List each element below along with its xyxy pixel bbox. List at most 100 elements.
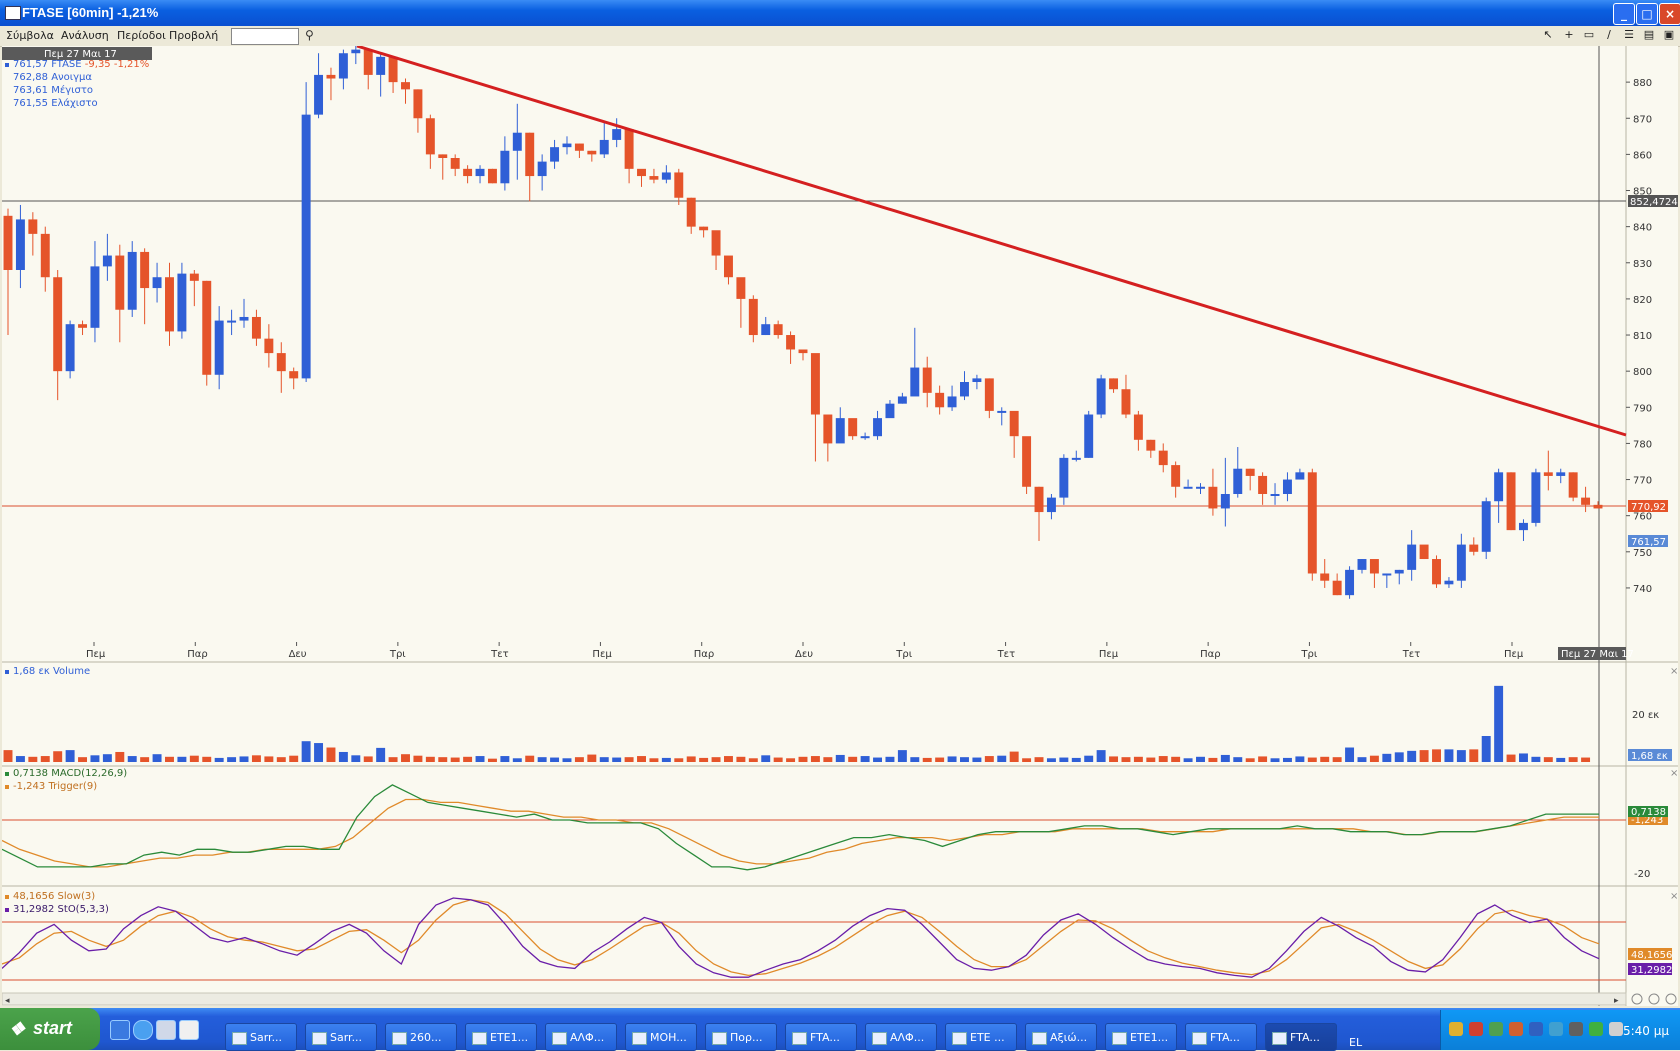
menu-bar: Σύμβολα Ανάλυση Περίοδοι Προβολή ⚲ ↖ + ▭… xyxy=(0,26,1680,47)
chart-svg[interactable]: Πεμ 27 Μαι 17 761,57 FTASE -9,35 -1,21% … xyxy=(1,38,1678,1006)
volume-bar xyxy=(935,757,945,762)
rect-icon[interactable]: ▭ xyxy=(1582,28,1596,42)
tray-icon-1[interactable] xyxy=(1449,1022,1463,1036)
volume-bar xyxy=(848,756,858,762)
volume-bar xyxy=(401,754,410,762)
task-1[interactable]: Sarr... xyxy=(225,1023,297,1051)
line-icon[interactable]: ∕ xyxy=(1602,28,1616,42)
red-line-badge: 770,92 xyxy=(1631,502,1666,513)
chart-area[interactable]: Πεμ 27 Μαι 17 761,57 FTASE -9,35 -1,21% … xyxy=(1,38,1678,1006)
candle-body xyxy=(314,74,324,115)
info-open: 762,88 xyxy=(13,72,48,83)
volume-bar xyxy=(438,757,448,762)
candle-body xyxy=(351,49,361,54)
volume-bar xyxy=(1146,757,1156,762)
macd-name: MACD(12,26,9) xyxy=(51,768,127,779)
task-7[interactable]: Πορ... xyxy=(705,1023,777,1051)
volume-bar xyxy=(897,750,907,762)
tray-icon-2[interactable] xyxy=(1469,1022,1483,1036)
volume-bar xyxy=(1369,755,1379,762)
task-13[interactable]: FTA... xyxy=(1185,1023,1257,1051)
quicklaunch-ie-icon[interactable] xyxy=(133,1020,153,1040)
candle-body xyxy=(152,277,162,289)
maximize-button[interactable]: □ xyxy=(1636,3,1658,25)
hline-icon[interactable]: ☰ xyxy=(1622,28,1636,42)
task-12[interactable]: ETE1... xyxy=(1105,1023,1177,1051)
tray-icon-3[interactable] xyxy=(1489,1022,1503,1036)
task-icon xyxy=(712,1032,727,1045)
symbol-search-input[interactable] xyxy=(231,28,299,45)
crosshair-icon[interactable]: + xyxy=(1562,28,1576,42)
candle-body xyxy=(115,255,125,310)
arrow-icon[interactable]: ↖ xyxy=(1541,28,1555,42)
task-2[interactable]: Sarr... xyxy=(305,1023,377,1051)
close-stoch-panel-icon: × xyxy=(1670,891,1678,902)
close-button[interactable]: × xyxy=(1659,3,1680,25)
volume-bar xyxy=(562,758,572,762)
tray-icon-9[interactable] xyxy=(1609,1022,1623,1036)
volume-bar xyxy=(947,756,957,762)
tray-icon-4[interactable] xyxy=(1509,1022,1523,1036)
menu-symbols[interactable]: Σύμβολα xyxy=(6,29,54,42)
tray-icon-8[interactable] xyxy=(1589,1022,1603,1036)
candle-body xyxy=(960,382,969,397)
task-11[interactable]: Αξιώ... xyxy=(1025,1023,1097,1051)
window-titlebar[interactable]: FTASE [60min] -1,21% _ □ × xyxy=(0,0,1680,26)
volume-bar xyxy=(711,757,721,762)
start-button[interactable]: ❖ start xyxy=(0,1008,100,1050)
task-8[interactable]: FTA... xyxy=(785,1023,857,1051)
quicklaunch-window-icon[interactable] xyxy=(179,1020,199,1040)
info-change-pct: -1,21% xyxy=(114,59,149,70)
volume-bar xyxy=(810,756,820,762)
volume-bar xyxy=(1220,754,1230,762)
volume-bar xyxy=(1531,756,1541,762)
svg-text:-1,243 Trigger(9): -1,243 Trigger(9) xyxy=(13,781,97,792)
tray-icon-5[interactable] xyxy=(1529,1022,1543,1036)
tray-icon-7[interactable] xyxy=(1569,1022,1583,1036)
candle-body xyxy=(1022,436,1032,487)
volume-bar xyxy=(1133,756,1143,762)
volume-bar xyxy=(1444,749,1454,762)
task-4[interactable]: ETE1... xyxy=(465,1023,537,1051)
volume-bar xyxy=(723,756,733,762)
menu-analysis[interactable]: Ανάλυση xyxy=(61,29,109,42)
volume-bar xyxy=(351,755,361,762)
task-3[interactable]: 260... xyxy=(385,1023,457,1051)
candle-body xyxy=(587,150,597,155)
quicklaunch-media-icon[interactable] xyxy=(156,1020,176,1040)
candle-body xyxy=(1109,378,1119,390)
volume-bar xyxy=(53,751,63,762)
save-icon[interactable]: ▣ xyxy=(1662,28,1676,42)
task-icon xyxy=(1032,1032,1047,1045)
x-tick-label: Τρι xyxy=(1300,649,1317,660)
x-tick-label: Πεμ xyxy=(1099,649,1119,660)
tray-icon-6[interactable] xyxy=(1549,1022,1563,1036)
minimize-button[interactable]: _ xyxy=(1613,3,1635,25)
task-14-active[interactable]: FTA... xyxy=(1265,1023,1337,1051)
task-10[interactable]: ETE ... xyxy=(945,1023,1017,1051)
task-9[interactable]: ΑΛΦ... xyxy=(865,1023,937,1051)
volume-bar xyxy=(463,756,473,762)
menu-periods[interactable]: Περίοδοι xyxy=(117,29,166,42)
task-icon xyxy=(872,1032,887,1045)
candle-body xyxy=(425,118,435,155)
x-tick-label: Τρι xyxy=(389,649,406,660)
panel-icon[interactable]: ▤ xyxy=(1642,28,1656,42)
candle-body xyxy=(1233,468,1243,494)
info-low: 761,55 xyxy=(13,98,48,109)
language-indicator[interactable]: EL xyxy=(1349,1036,1362,1049)
search-icon[interactable]: ⚲ xyxy=(305,28,314,42)
candle-body xyxy=(748,298,758,336)
volume-bar xyxy=(1568,757,1578,762)
volume-bar xyxy=(972,757,982,762)
candle-body xyxy=(227,320,237,323)
task-5[interactable]: ΑΛΦ... xyxy=(545,1023,617,1051)
volume-bar xyxy=(1307,757,1317,762)
system-tray: 5:40 μμ xyxy=(1440,1010,1680,1050)
candle-body xyxy=(810,353,820,415)
quicklaunch-desktop-icon[interactable] xyxy=(110,1020,130,1040)
candle-body xyxy=(1121,389,1131,415)
task-6[interactable]: MOH... xyxy=(625,1023,697,1051)
volume-name: Volume xyxy=(53,666,90,677)
menu-view[interactable]: Προβολή xyxy=(169,29,218,42)
